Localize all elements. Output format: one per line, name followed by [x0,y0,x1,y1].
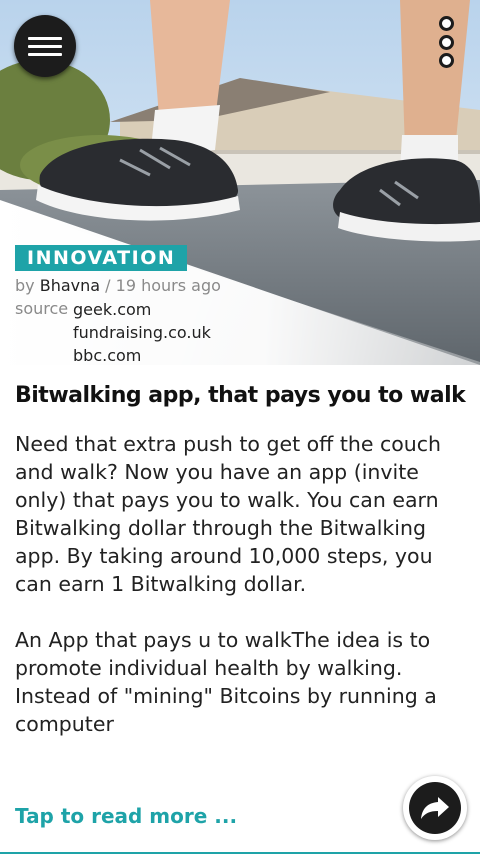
author-name[interactable]: Bhavna [40,276,100,295]
article-paragraph: An App that pays u to walkThe idea is to… [15,628,437,736]
source-link[interactable]: bbc.com [73,344,211,365]
read-more-link[interactable]: Tap to read more ... [15,804,237,828]
article-title: Bitwalking app, that pays you to walk [15,383,466,408]
article-paragraph: Need that extra push to get off the couc… [15,432,442,596]
category-badge[interactable]: INNOVATION [15,245,188,271]
source-link[interactable]: geek.com [73,298,211,321]
share-arrow-icon [409,782,461,834]
source-link[interactable]: fundraising.co.uk [73,321,211,344]
article-body: Need that extra push to get off the couc… [15,430,470,766]
more-vertical-icon[interactable] [432,16,460,68]
hamburger-menu-icon[interactable] [14,15,76,77]
author-line: by Bhavna / 19 hours ago [15,275,221,297]
source-label-line: source [15,298,68,320]
article-hero-image: INNOVATION by Bhavna / 19 hours ago sour… [0,0,480,365]
source-label: source [15,299,69,318]
by-label: by [15,276,35,295]
post-time: / 19 hours ago [105,276,221,295]
source-list: geek.com fundraising.co.uk bbc.com [73,298,211,365]
share-button[interactable] [403,776,467,840]
